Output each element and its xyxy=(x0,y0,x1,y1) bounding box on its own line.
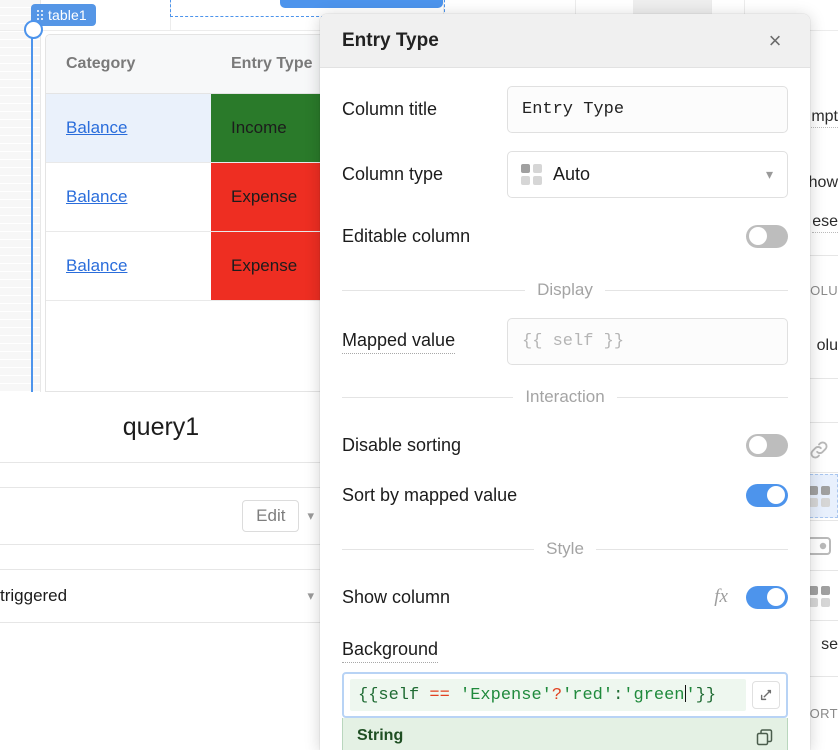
fx-icon[interactable]: fx xyxy=(714,586,728,608)
section-label-interaction: Interaction xyxy=(525,387,604,407)
field-editable-column: Editable column xyxy=(342,214,788,258)
field-column-title: Column title xyxy=(342,86,788,133)
column-header-category[interactable]: Category xyxy=(46,55,211,73)
mapped-value-label: Mapped value xyxy=(342,330,455,354)
section-label-style: Style xyxy=(546,539,584,559)
rail-clipped-text: se xyxy=(821,636,838,654)
selected-widget-block[interactable] xyxy=(280,0,443,8)
column-title-input[interactable] xyxy=(507,86,788,133)
expression-result: String "green" xyxy=(342,718,788,750)
category-link[interactable]: Balance xyxy=(66,256,127,276)
column-title-label: Column title xyxy=(342,99,507,120)
rail-clipped-text: ORT xyxy=(810,706,838,721)
section-divider-interaction: Interaction xyxy=(342,387,788,407)
expand-editor-icon[interactable] xyxy=(752,681,780,709)
copy-icon[interactable] xyxy=(755,728,775,748)
quad-squares-icon xyxy=(521,164,542,185)
chevron-down-icon[interactable]: ▾ xyxy=(307,508,314,524)
rail-clipped-text: OLU xyxy=(810,283,838,298)
field-show-column: Show column fx xyxy=(342,575,788,619)
field-mapped-value: Mapped value xyxy=(342,318,788,365)
rail-clipped-text: mpt xyxy=(811,108,838,128)
section-divider-display: Display xyxy=(342,280,788,300)
column-settings-panel: Entry Type × Column title Column type Au… xyxy=(320,14,810,750)
query-trigger-select[interactable]: triggered ▾ xyxy=(0,570,322,623)
section-divider-style: Style xyxy=(342,539,788,559)
category-link[interactable]: Balance xyxy=(66,187,127,207)
editable-column-label: Editable column xyxy=(342,226,470,247)
code-input-box[interactable]: {{self == 'Expense'?'red':'green'}} xyxy=(342,672,788,718)
query-trigger-value: triggered xyxy=(0,586,67,606)
query-title: query1 xyxy=(0,392,322,463)
field-sort-by-mapped-value: Sort by mapped value xyxy=(342,473,788,517)
sort-by-mapped-value-label: Sort by mapped value xyxy=(342,485,517,506)
field-disable-sorting: Disable sorting xyxy=(342,423,788,467)
show-column-toggle[interactable] xyxy=(746,586,788,609)
chevron-down-icon[interactable]: ▾ xyxy=(307,588,314,604)
background-label: Background xyxy=(342,639,438,663)
resize-handle[interactable] xyxy=(24,20,43,39)
rail-clipped-text: olu xyxy=(817,337,838,355)
rail-clipped-text: how xyxy=(809,174,838,192)
panel-title: Entry Type xyxy=(342,30,439,52)
disable-sorting-label: Disable sorting xyxy=(342,435,461,456)
result-type-label: String xyxy=(357,727,773,745)
chevron-down-icon[interactable]: ▾ xyxy=(766,166,773,183)
section-label-display: Display xyxy=(537,280,593,300)
disable-sorting-toggle[interactable] xyxy=(746,434,788,457)
panel-body: Column title Column type Auto ▾ Editable… xyxy=(320,86,810,750)
background-expression-editor: {{self == 'Expense'?'red':'green'}} Stri… xyxy=(342,672,788,750)
editable-column-toggle[interactable] xyxy=(746,225,788,248)
query-row-spacer xyxy=(0,545,322,570)
column-type-value: Auto xyxy=(553,164,590,185)
column-type-label: Column type xyxy=(342,164,507,185)
code-expression[interactable]: {{self == 'Expense'?'red':'green'}} xyxy=(350,679,746,711)
show-column-label: Show column xyxy=(342,587,450,608)
panel-header: Entry Type × xyxy=(320,14,810,68)
cell-category: Balance xyxy=(46,232,211,300)
mapped-value-input[interactable] xyxy=(507,318,788,365)
sort-by-mapped-value-toggle[interactable] xyxy=(746,484,788,507)
column-type-select[interactable]: Auto ▾ xyxy=(507,151,788,198)
canvas-grid-left xyxy=(0,0,41,392)
rail-clipped-text: ese xyxy=(812,213,838,233)
selection-edge xyxy=(31,27,33,392)
query-panel: query1 Edit ▾ triggered ▾ xyxy=(0,392,322,623)
query-row-spacer xyxy=(0,463,322,488)
drag-handle-icon[interactable] xyxy=(37,10,43,20)
field-column-type: Column type Auto ▾ xyxy=(342,151,788,198)
category-link[interactable]: Balance xyxy=(66,118,127,138)
widget-name-label: table1 xyxy=(48,7,87,23)
close-icon[interactable]: × xyxy=(762,28,788,54)
cell-category: Balance xyxy=(46,94,211,162)
edit-button[interactable]: Edit xyxy=(242,500,299,532)
query-edit-row: Edit ▾ xyxy=(0,488,322,545)
cell-category: Balance xyxy=(46,163,211,231)
